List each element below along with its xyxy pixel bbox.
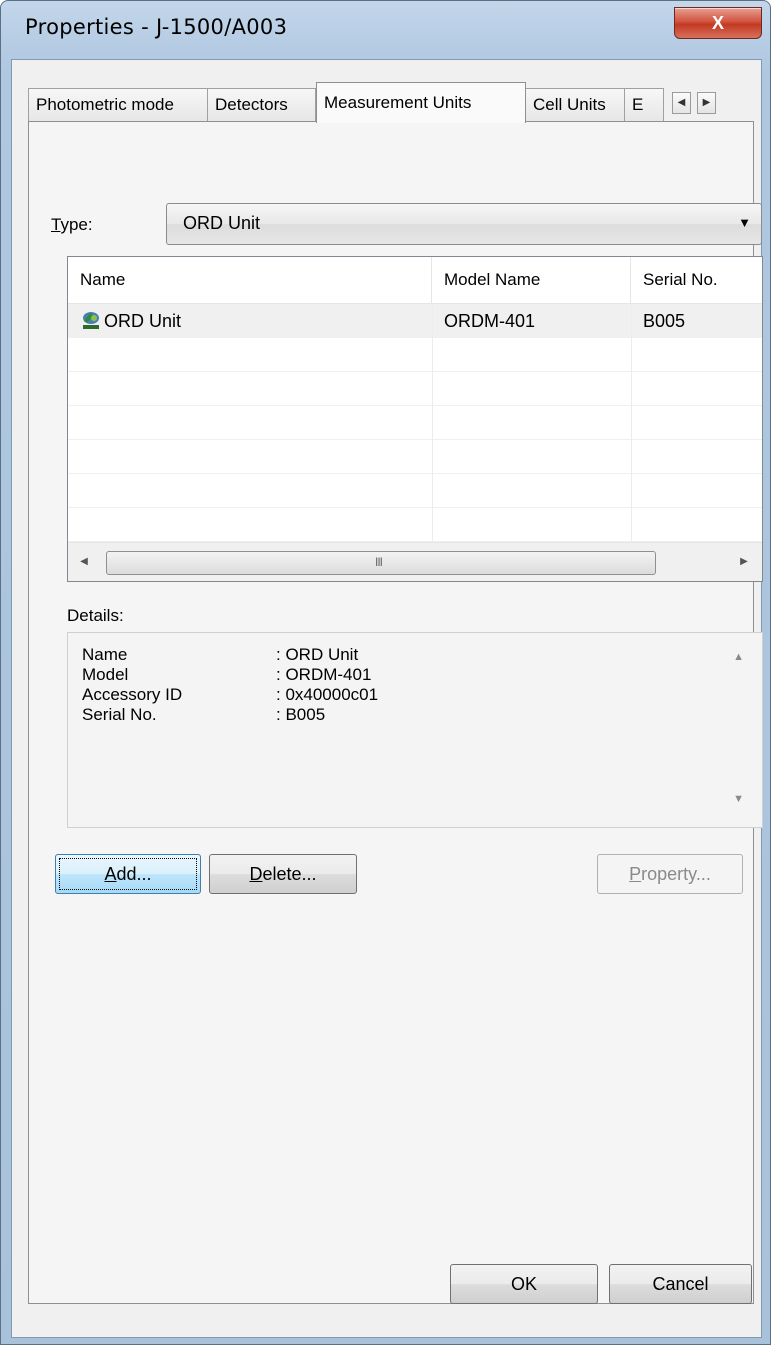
column-header-model-name[interactable]: Model Name bbox=[432, 257, 631, 304]
delete-button[interactable]: Delete... bbox=[209, 854, 357, 894]
empty-row bbox=[68, 440, 762, 474]
tab-detectors[interactable]: Detectors bbox=[207, 88, 316, 122]
property-button[interactable]: Property... bbox=[597, 854, 743, 894]
detail-key: Accessory ID bbox=[82, 685, 183, 704]
row-name-cell: ORD Unit bbox=[68, 304, 432, 338]
empty-row bbox=[68, 338, 762, 372]
column-divider bbox=[432, 304, 433, 542]
window-title: Properties - J-1500/A003 bbox=[25, 15, 288, 39]
add-button[interactable]: Add... bbox=[55, 854, 201, 894]
scroll-thumb[interactable]: III bbox=[106, 551, 656, 575]
detail-value: : 0x40000c01 bbox=[276, 685, 379, 704]
measurement-units-panel: Type: ORD Unit ▼ Name Model Name Serial … bbox=[28, 121, 763, 1304]
detail-value: : ORDM-401 bbox=[276, 665, 372, 684]
scroll-left-icon[interactable]: ◀ bbox=[74, 553, 94, 571]
tab-cell-units[interactable]: Cell Units bbox=[525, 88, 625, 122]
cancel-button[interactable]: Cancel bbox=[609, 1264, 752, 1304]
tab-scroll-right-icon[interactable]: ▶ bbox=[697, 92, 716, 114]
detail-key: Name bbox=[82, 645, 128, 664]
empty-row bbox=[68, 372, 762, 406]
detail-value: : ORD Unit bbox=[276, 645, 359, 664]
detail-key: Model bbox=[82, 665, 129, 684]
focus-ring bbox=[59, 858, 197, 890]
type-dropdown[interactable]: ORD Unit ▼ bbox=[166, 203, 762, 245]
type-label: Type: bbox=[51, 215, 93, 234]
chevron-down-icon: ▼ bbox=[738, 215, 751, 230]
dialog-client-area: Photometric mode Detectors Measurement U… bbox=[11, 59, 763, 1338]
units-table[interactable]: Name Model Name Serial No. ORD Unit ORDM… bbox=[67, 256, 763, 582]
scroll-right-icon[interactable]: ▶ bbox=[734, 553, 754, 571]
tab-photometric-mode[interactable]: Photometric mode bbox=[28, 88, 208, 122]
tab-e[interactable]: E bbox=[624, 88, 664, 122]
tab-measurement-units[interactable]: Measurement Units bbox=[316, 82, 526, 123]
horizontal-scrollbar[interactable]: ◀ III ▶ bbox=[68, 542, 762, 581]
row-model-cell: ORDM-401 bbox=[444, 311, 536, 331]
column-header-name[interactable]: Name bbox=[68, 257, 432, 304]
close-icon: X bbox=[711, 13, 724, 33]
tab-scroll-left-icon[interactable]: ◀ bbox=[672, 92, 691, 114]
empty-row bbox=[68, 406, 762, 440]
grip-icon: III bbox=[375, 555, 383, 569]
detail-value: : B005 bbox=[276, 705, 326, 724]
detail-key: Serial No. bbox=[82, 705, 157, 724]
column-divider bbox=[631, 304, 632, 542]
table-row[interactable]: ORD Unit ORDM-401 B005 bbox=[68, 304, 762, 338]
row-serial-cell: B005 bbox=[643, 311, 686, 331]
accessory-icon bbox=[83, 312, 99, 329]
empty-row bbox=[68, 508, 762, 542]
details-textbox[interactable]: Name : ORD Unit Model : ORDM-401 Accesso… bbox=[67, 632, 763, 828]
scroll-down-icon[interactable]: ▼ bbox=[733, 793, 744, 805]
close-button[interactable]: X bbox=[674, 7, 762, 39]
type-dropdown-value: ORD Unit bbox=[183, 213, 261, 233]
column-header-serial-no[interactable]: Serial No. bbox=[631, 257, 762, 304]
properties-window: Properties - J-1500/A003 X Photometric m… bbox=[0, 0, 771, 1345]
scroll-up-icon[interactable]: ▲ bbox=[733, 651, 744, 663]
ok-button[interactable]: OK bbox=[450, 1264, 598, 1304]
title-bar[interactable]: Properties - J-1500/A003 X bbox=[1, 1, 770, 59]
table-header: Name Model Name Serial No. bbox=[68, 257, 762, 304]
tab-strip: Photometric mode Detectors Measurement U… bbox=[28, 82, 760, 123]
empty-row bbox=[68, 474, 762, 508]
details-label: Details: bbox=[67, 606, 124, 625]
